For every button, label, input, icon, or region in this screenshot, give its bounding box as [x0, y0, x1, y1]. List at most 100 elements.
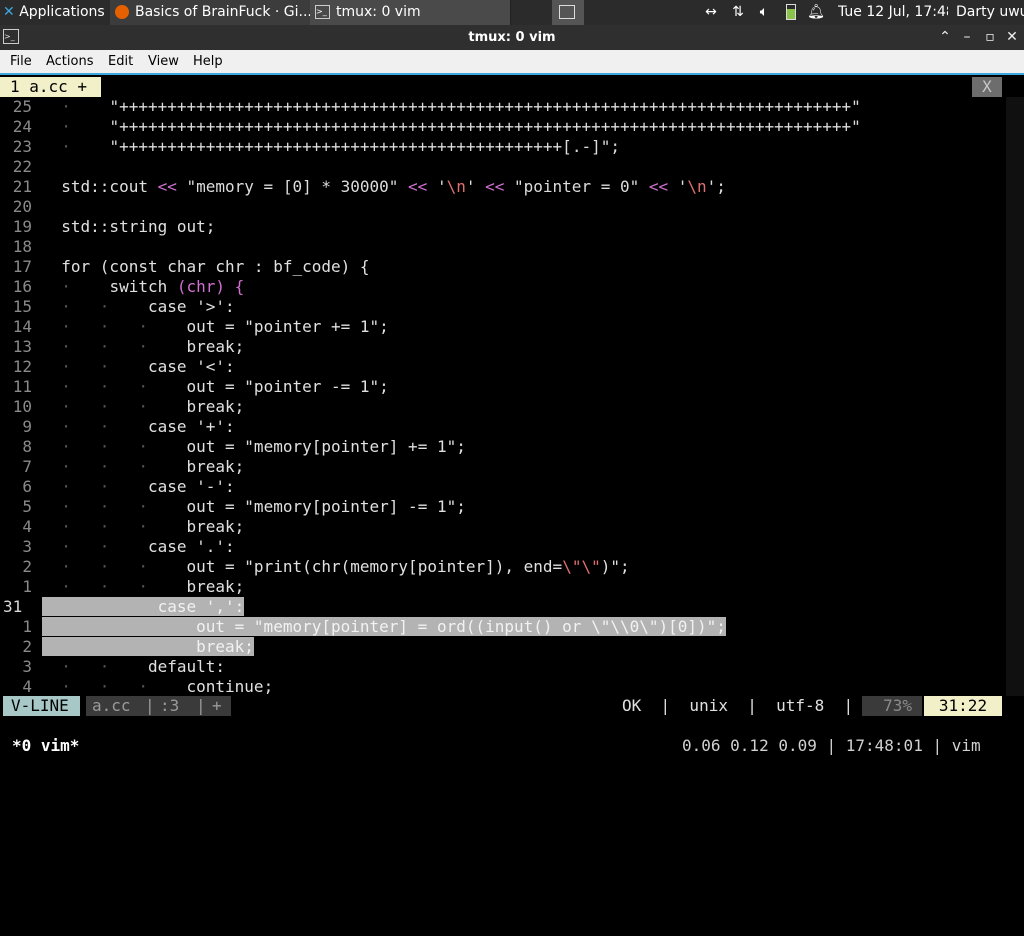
line-number: 3 [22, 657, 32, 676]
code-line[interactable]: 10 · · · break; [0, 397, 1006, 417]
tmux-statusbar: *0 vim* 0.06 0.12 0.09 | 17:48:01 | vim [0, 735, 1024, 770]
vim-tab-close-button[interactable]: X [972, 77, 1002, 97]
clock[interactable]: Tue 12 Jul, 17:48 [838, 0, 948, 25]
notification-bell-icon[interactable]: 🔔︎ [806, 0, 826, 25]
code-text: · · · break; [42, 577, 245, 596]
user-menu[interactable]: Darty uwu [956, 0, 1024, 25]
window-titlebar[interactable]: >_ tmux: 0 vim ⌃ – ▫ ✕ [0, 25, 1024, 50]
applications-menu[interactable]: ✕ Applications [0, 0, 110, 25]
tmux-status-right: 0.06 0.12 0.09 | 17:48:01 | vim [682, 736, 981, 755]
code-text: · · · out = "print(chr(memory[pointer]),… [42, 557, 630, 576]
line-number: 4 [22, 677, 32, 696]
taskbar-item-browser[interactable]: Basics of BrainFuck · Gi... [110, 0, 311, 25]
code-text: · · · break; [42, 457, 245, 476]
line-number: 23 [12, 137, 32, 156]
code-line[interactable]: 15 · · case '>': [0, 297, 1006, 317]
line-number: 2 [22, 637, 32, 656]
maximize-button[interactable]: ▫ [979, 25, 1001, 50]
minimize-button[interactable]: – [956, 25, 978, 50]
code-line[interactable]: 4 · · · continue; [0, 677, 1006, 697]
chevron-up-icon[interactable]: ⌃ [934, 25, 956, 50]
code-line[interactable]: 2 · · · out = "print(chr(memory[pointer]… [0, 557, 1006, 577]
code-line[interactable]: 20 [0, 197, 1006, 217]
code-line[interactable]: 24 · "++++++++++++++++++++++++++++++++++… [0, 117, 1006, 137]
code-line[interactable]: 18 [0, 237, 1006, 257]
status-range: :3 [160, 696, 180, 715]
code-line[interactable]: 3 · · default: [0, 657, 1006, 677]
line-number: 16 [12, 277, 32, 296]
battery-icon[interactable] [782, 0, 800, 25]
status-filename: a.cc [92, 696, 131, 715]
taskbar-item-terminal[interactable]: >_ tmux: 0 vim [310, 0, 511, 25]
code-line[interactable]: 13 · · · break; [0, 337, 1006, 357]
code-text: · · case '.': [42, 537, 235, 556]
code-text: · · default: [42, 657, 226, 676]
code-line[interactable]: 19 std::string out; [0, 217, 1006, 237]
code-text: out = "memory[pointer] = ord((input() or… [42, 617, 726, 636]
code-line[interactable]: 9 · · case '+': [0, 417, 1006, 437]
menu-view[interactable]: View [148, 50, 179, 73]
menu-edit[interactable]: Edit [108, 50, 133, 73]
line-number: 11 [12, 377, 32, 396]
status-position: 31:22 [924, 696, 1002, 716]
code-line[interactable]: 2 break; [0, 637, 1006, 657]
code-line[interactable]: 1 out = "memory[pointer] = ord((input() … [0, 617, 1006, 637]
code-text: std::string out; [42, 217, 216, 236]
code-text: · · · break; [42, 397, 245, 416]
line-number: 4 [22, 517, 32, 536]
line-number: 31 [3, 597, 23, 616]
code-line[interactable]: 3 · · case '.': [0, 537, 1006, 557]
code-text: · · · out = "pointer += 1"; [42, 317, 389, 336]
vim-tabline: 1 a.cc + X [0, 75, 1024, 97]
status-separator: | [145, 696, 155, 715]
taskbar-label: Basics of BrainFuck · Gi... [135, 4, 311, 20]
xfce-icon: ✕ [3, 4, 15, 20]
code-line[interactable]: 1 · · · break; [0, 577, 1006, 597]
code-line[interactable]: 23 · "++++++++++++++++++++++++++++++++++… [0, 137, 1006, 157]
applications-label: Applications [19, 4, 105, 20]
network-icon[interactable]: ⇅ [727, 0, 749, 25]
code-line[interactable]: 14 · · · out = "pointer += 1"; [0, 317, 1006, 337]
menu-help[interactable]: Help [193, 50, 223, 73]
vim-mode: V-LINE [3, 696, 80, 716]
menu-actions[interactable]: Actions [46, 50, 94, 73]
code-line[interactable]: 31 case ',': [0, 597, 1006, 617]
code-line[interactable]: 4 · · · break; [0, 517, 1006, 537]
code-text: · · · out = "memory[pointer] -= 1"; [42, 497, 466, 516]
vim-statusline: V-LINE a.cc | :3 | + OK | unix | utf-8 |… [0, 696, 1024, 716]
line-number: 8 [22, 437, 32, 456]
code-line[interactable]: 5 · · · out = "memory[pointer] -= 1"; [0, 497, 1006, 517]
code-line[interactable]: 21 std::cout << "memory = [0] * 30000" <… [0, 177, 1006, 197]
scrollbar[interactable] [1006, 97, 1024, 696]
code-text: · "+++++++++++++++++++++++++++++++++++++… [42, 97, 861, 116]
code-line[interactable]: 12 · · case '<': [0, 357, 1006, 377]
code-line[interactable]: 22 [0, 157, 1006, 177]
close-button[interactable]: ✕ [1001, 25, 1023, 50]
code-line[interactable]: 11 · · · out = "pointer -= 1"; [0, 377, 1006, 397]
terminal-area[interactable]: 1 a.cc + X 25 · "+++++++++++++++++++++++… [0, 73, 1024, 768]
code-line[interactable]: 17 for (const char chr : bf_code) { [0, 257, 1006, 277]
code-line[interactable]: 25 · "++++++++++++++++++++++++++++++++++… [0, 97, 1006, 117]
code-line[interactable]: 8 · · · out = "memory[pointer] += 1"; [0, 437, 1006, 457]
line-number: 7 [22, 457, 32, 476]
line-number: 6 [22, 477, 32, 496]
code-line[interactable]: 7 · · · break; [0, 457, 1006, 477]
code-text: · "+++++++++++++++++++++++++++++++++++++… [42, 137, 620, 156]
code-line[interactable]: 16 · switch (chr) { [0, 277, 1006, 297]
workspace-switcher[interactable] [552, 0, 584, 25]
line-number: 9 [22, 417, 32, 436]
line-number: 10 [12, 397, 32, 416]
volume-icon[interactable]: 🔈︎ [753, 0, 775, 25]
tmux-window-label[interactable]: *0 vim* [12, 735, 79, 757]
line-number: 1 [22, 577, 32, 596]
menu-file[interactable]: File [10, 50, 32, 73]
line-number: 1 [22, 617, 32, 636]
line-number: 18 [12, 237, 32, 256]
vim-tab-current[interactable]: 1 a.cc + [0, 77, 101, 97]
code-text: · · case '<': [42, 357, 235, 376]
code-text: · · · out = "memory[pointer] += 1"; [42, 437, 466, 456]
line-number: 25 [12, 97, 32, 116]
taskbar-label: tmux: 0 vim [336, 4, 421, 20]
network-arrows-icon[interactable]: ↔ [700, 0, 722, 25]
code-line[interactable]: 6 · · case '-': [0, 477, 1006, 497]
